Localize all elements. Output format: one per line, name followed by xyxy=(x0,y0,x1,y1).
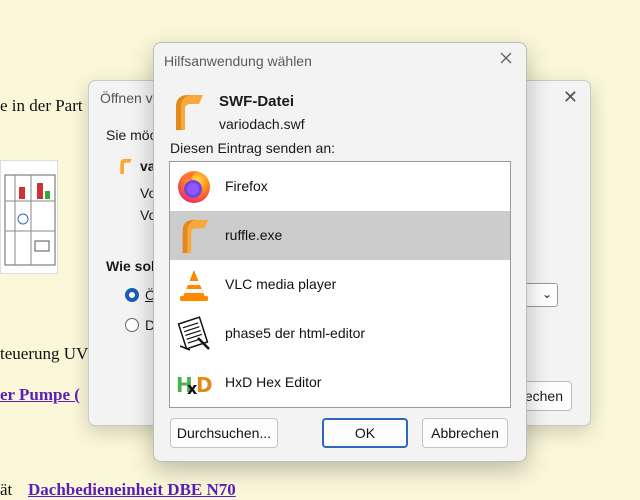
open-with-radio[interactable] xyxy=(125,288,139,302)
browse-button[interactable]: Durchsuchen... xyxy=(170,418,278,448)
file-name-label: variodach.swf xyxy=(219,116,305,132)
app-label: Firefox xyxy=(225,178,268,194)
back-how-label: Wie soll xyxy=(106,258,159,274)
vlc-icon xyxy=(176,267,212,303)
ruffle-icon xyxy=(172,93,204,131)
ok-button[interactable]: OK xyxy=(322,418,408,448)
list-item[interactable]: H x D HxD Hex Editor xyxy=(170,358,510,407)
ruffle-icon xyxy=(176,218,212,254)
page-link[interactable]: Dachbedieneinheit DBE N70 xyxy=(28,480,236,500)
list-item[interactable]: VLC media player xyxy=(170,260,510,309)
app-label: ruffle.exe xyxy=(225,227,283,243)
back-dialog-title: Öffnen v xyxy=(100,90,153,106)
page-text-prefix: ät xyxy=(0,480,13,499)
file-type-label: SWF-Datei xyxy=(219,93,294,110)
page-text-line: e in der Part xyxy=(0,96,83,115)
page-text-line: teuerung UV xyxy=(0,344,89,363)
close-icon[interactable]: ✕ xyxy=(563,87,578,108)
list-item[interactable]: phase5 der html-editor xyxy=(170,309,510,358)
save-file-radio[interactable] xyxy=(125,318,139,332)
list-item[interactable]: Firefox xyxy=(170,162,510,211)
hxd-icon: H x D xyxy=(176,365,213,401)
list-item[interactable]: ruffle.exe xyxy=(170,211,510,260)
choose-helper-app-dialog: Hilfsanwendung wählen SWF-Datei variodac… xyxy=(153,42,527,462)
send-to-label: Diesen Eintrag senden an: xyxy=(170,140,335,156)
page-link[interactable]: er Pumpe ( xyxy=(0,385,80,405)
phase5-icon xyxy=(176,316,212,352)
app-label: VLC media player xyxy=(225,276,337,292)
schematic-image xyxy=(0,160,58,274)
cancel-button[interactable]: Abbrechen xyxy=(422,418,508,448)
firefox-icon xyxy=(176,169,212,205)
dialog-title: Hilfsanwendung wählen xyxy=(164,53,312,69)
app-label: HxD Hex Editor xyxy=(225,374,322,390)
svg-text:D: D xyxy=(196,373,212,397)
close-icon[interactable] xyxy=(496,48,516,68)
app-list[interactable]: Firefox ruffle.exe VLC media player phas… xyxy=(169,161,511,408)
chevron-down-icon: ⌄ xyxy=(541,287,552,301)
ruffle-icon xyxy=(117,157,133,175)
back-dialog-question: Sie möc xyxy=(106,127,157,143)
app-label: phase5 der html-editor xyxy=(225,325,366,341)
